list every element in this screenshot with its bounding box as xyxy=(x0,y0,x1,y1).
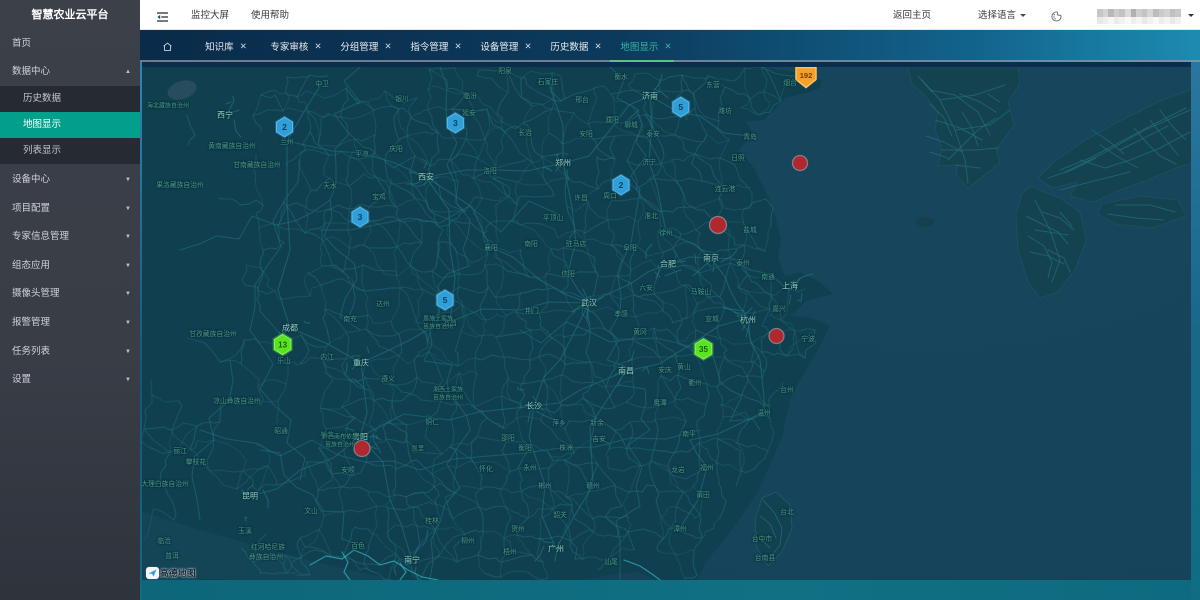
svg-text:2: 2 xyxy=(619,180,624,190)
svg-text:3: 3 xyxy=(453,118,458,128)
svg-text:3: 3 xyxy=(358,212,363,222)
svg-text:5: 5 xyxy=(443,295,448,305)
svg-text:35: 35 xyxy=(699,345,708,354)
svg-text:5: 5 xyxy=(678,102,683,112)
svg-text:2: 2 xyxy=(282,122,287,132)
svg-text:192: 192 xyxy=(800,71,813,80)
svg-text:13: 13 xyxy=(278,341,287,350)
